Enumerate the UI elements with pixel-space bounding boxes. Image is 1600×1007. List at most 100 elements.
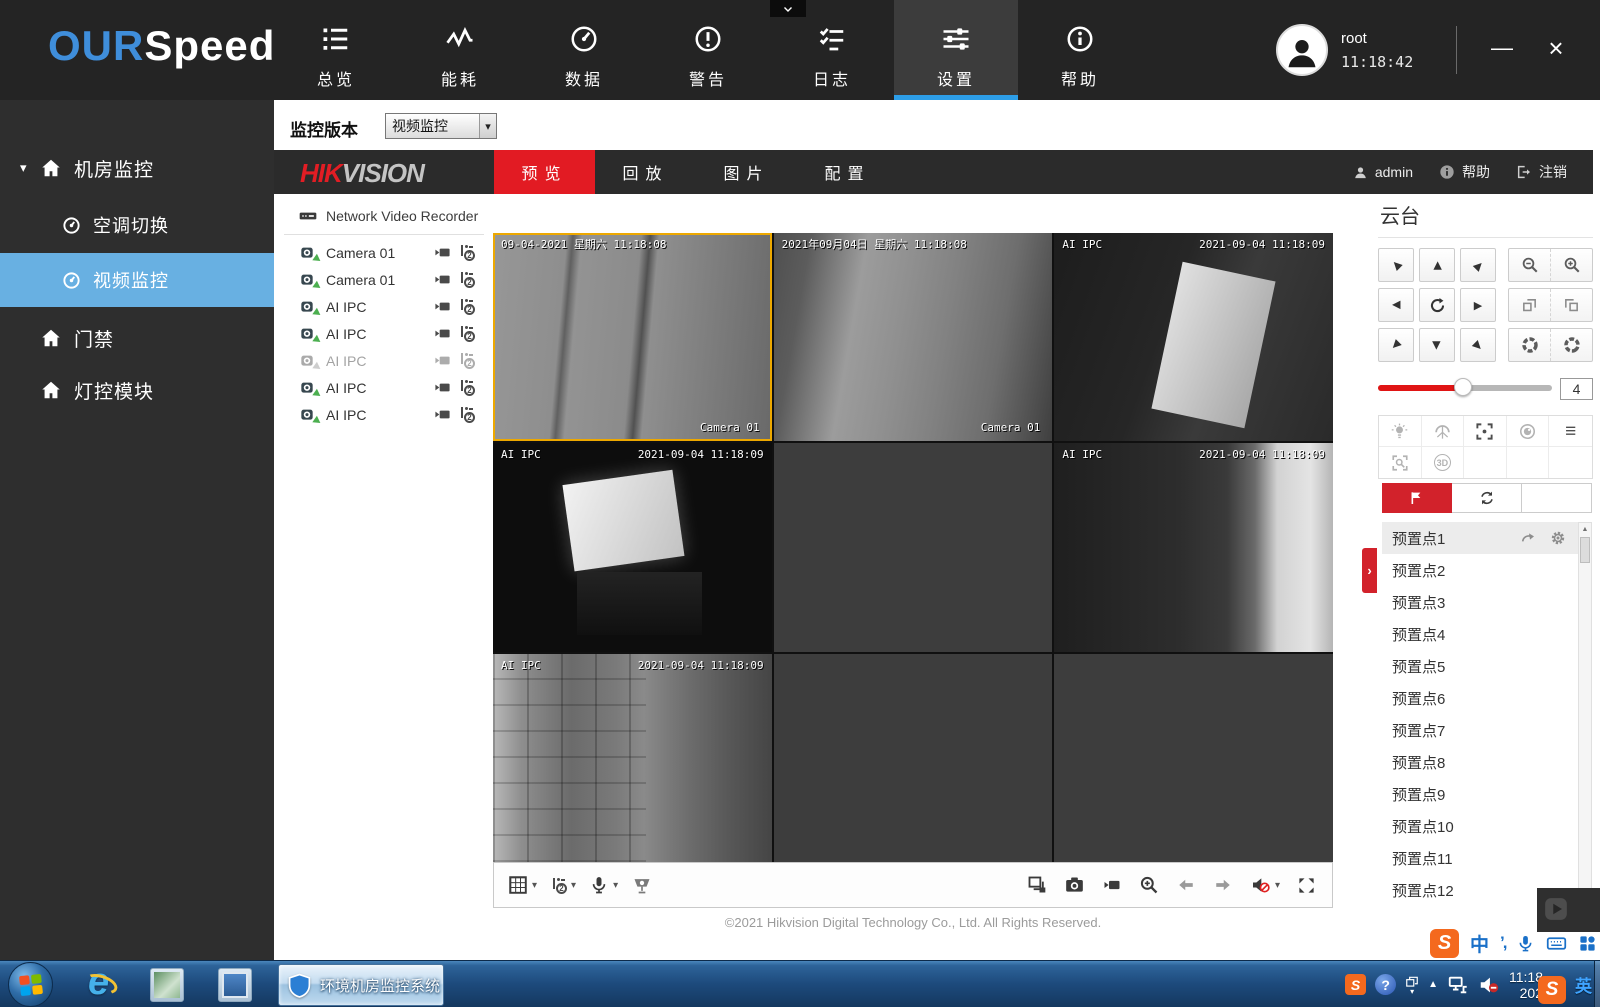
preset-tab[interactable] bbox=[1382, 483, 1452, 513]
video-tile-1[interactable]: 09-04-2021 星期六 11:18:08 Camera 01 bbox=[493, 233, 772, 441]
scroll-up-icon[interactable]: ▲ bbox=[1579, 523, 1591, 536]
camera-node[interactable]: Camera 01 2 bbox=[274, 266, 493, 293]
help-tray-icon[interactable]: ? bbox=[1375, 974, 1396, 995]
nav-item-alert[interactable]: 警告 bbox=[646, 0, 770, 100]
wiper-button[interactable] bbox=[1422, 416, 1465, 447]
tab-playback[interactable]: 回放 bbox=[595, 150, 696, 194]
ime-language-cn[interactable]: 中 bbox=[1470, 930, 1489, 957]
camera-node[interactable]: AI IPC 2 bbox=[274, 293, 493, 320]
preset-item-8[interactable]: 预置点8 bbox=[1382, 746, 1578, 778]
sidebar-item-ac-switch[interactable]: 空调切换 bbox=[0, 208, 274, 242]
ime-toolbox-icon[interactable] bbox=[1578, 934, 1597, 953]
show-hidden-icons-button[interactable]: ▲ bbox=[1428, 979, 1438, 990]
sogou-logo[interactable]: S bbox=[1430, 929, 1459, 958]
video-tile-2[interactable]: 2021年09月04日 星期六 11:18:08 Camera 01 bbox=[774, 233, 1053, 441]
ptz-up-right-button[interactable]: ▶ bbox=[1460, 248, 1496, 282]
zoom-in-button[interactable] bbox=[1551, 249, 1592, 281]
stream-type-button[interactable]: 2 ▾ bbox=[550, 877, 576, 894]
ptz-down-left-button[interactable]: ▶ bbox=[1378, 328, 1414, 362]
preset-item-6[interactable]: 预置点6 bbox=[1382, 682, 1578, 714]
nav-item-settings[interactable]: 设置 bbox=[894, 0, 1018, 100]
ptz-auto-scan-button[interactable] bbox=[1419, 288, 1455, 322]
window-restore-tray-icon[interactable]: ▾ bbox=[1405, 975, 1419, 994]
taskbar-active-app-button[interactable]: 环境机房监控系统 bbox=[278, 964, 444, 1006]
fullscreen-button[interactable] bbox=[1297, 876, 1316, 895]
tab-preview[interactable]: 预览 bbox=[494, 150, 595, 194]
iris-close-button[interactable] bbox=[1509, 329, 1551, 361]
area-zoom-button[interactable] bbox=[1379, 447, 1422, 478]
camcorder-icon[interactable] bbox=[434, 352, 451, 369]
preset-item-3[interactable]: 预置点3 bbox=[1382, 586, 1578, 618]
preset-item-7[interactable]: 预置点7 bbox=[1382, 714, 1578, 746]
audio-mute-button[interactable]: ▾ bbox=[1250, 875, 1280, 895]
nav-item-log[interactable]: 日志 bbox=[770, 0, 894, 100]
ime-punctuation[interactable]: ’, bbox=[1500, 933, 1505, 953]
stream-icon[interactable]: 2 bbox=[458, 271, 475, 288]
ptz-right-button[interactable]: ▶ bbox=[1460, 288, 1496, 322]
video-tile-5-empty[interactable] bbox=[774, 443, 1053, 651]
ptz-left-button[interactable]: ▶ bbox=[1378, 288, 1414, 322]
sidebar-item-door[interactable]: 门禁 bbox=[0, 318, 274, 358]
taskbar-app-icon[interactable] bbox=[150, 968, 184, 1002]
ptz-down-right-button[interactable]: ▶ bbox=[1460, 328, 1496, 362]
tab-picture[interactable]: 图片 bbox=[696, 150, 797, 194]
hik-help[interactable]: 帮助 bbox=[1439, 162, 1490, 182]
network-tray-icon[interactable] bbox=[1447, 974, 1469, 996]
ime-language-indicator[interactable]: 英 bbox=[1575, 972, 1592, 997]
focus-far-button[interactable] bbox=[1509, 289, 1551, 321]
record-button[interactable] bbox=[1102, 876, 1122, 894]
preset-item-5[interactable]: 预置点5 bbox=[1382, 650, 1578, 682]
camera-node[interactable]: AI IPC 2 bbox=[274, 401, 493, 428]
ptz-up-button[interactable]: ▶ bbox=[1419, 248, 1455, 282]
lens-init-button[interactable] bbox=[1507, 416, 1550, 447]
hik-admin[interactable]: admin bbox=[1353, 164, 1413, 180]
play-icon[interactable] bbox=[1543, 896, 1569, 922]
stream-icon[interactable]: 2 bbox=[458, 325, 475, 342]
zoom-out-button[interactable] bbox=[1509, 249, 1551, 281]
avatar[interactable] bbox=[1276, 24, 1328, 76]
hik-logout[interactable]: 注销 bbox=[1516, 162, 1567, 182]
gear-icon[interactable] bbox=[1550, 530, 1566, 546]
stream-icon[interactable]: 2 bbox=[458, 352, 475, 369]
camcorder-icon[interactable] bbox=[434, 298, 451, 315]
auxiliary-focus-button[interactable] bbox=[1464, 416, 1507, 447]
iris-open-button[interactable] bbox=[1551, 329, 1592, 361]
video-tile-7[interactable]: AI IPC 2021-09-04 11:18:09 bbox=[493, 654, 772, 862]
start-button[interactable] bbox=[8, 962, 53, 1007]
slider-handle[interactable] bbox=[1454, 378, 1472, 396]
camcorder-icon[interactable] bbox=[434, 406, 451, 423]
preset-scrollbar[interactable]: ▲ bbox=[1578, 522, 1592, 908]
preset-item-4[interactable]: 预置点4 bbox=[1382, 618, 1578, 650]
ptz-down-button[interactable]: ▶ bbox=[1419, 328, 1455, 362]
internet-explorer-icon[interactable]: e bbox=[84, 967, 120, 1003]
preset-item-9[interactable]: 预置点9 bbox=[1382, 778, 1578, 810]
camera-node[interactable]: AI IPC 2 bbox=[274, 320, 493, 347]
digital-zoom-button[interactable] bbox=[1139, 875, 1159, 895]
video-tile-8-empty[interactable] bbox=[774, 654, 1053, 862]
video-tile-3[interactable]: AI IPC 2021-09-04 11:18:09 bbox=[1054, 233, 1333, 441]
camera-node[interactable]: AI IPC 2 bbox=[274, 374, 493, 401]
close-button[interactable]: × bbox=[1534, 28, 1578, 68]
sidebar-item-room-monitor[interactable]: ▾ 机房监控 bbox=[0, 148, 274, 188]
blank-tab[interactable] bbox=[1522, 483, 1592, 513]
camcorder-icon[interactable] bbox=[434, 379, 451, 396]
previous-page-button[interactable] bbox=[1176, 876, 1196, 894]
preset-item-2[interactable]: 预置点2 bbox=[1382, 554, 1578, 586]
nav-item-overview[interactable]: 总览 bbox=[274, 0, 398, 100]
layout-grid-button[interactable]: ▾ bbox=[508, 875, 537, 895]
voice-input-icon[interactable] bbox=[1516, 934, 1535, 953]
nav-item-data[interactable]: 数据 bbox=[522, 0, 646, 100]
stream-icon[interactable]: 2 bbox=[458, 406, 475, 423]
call-preset-icon[interactable] bbox=[1520, 530, 1536, 546]
snapshot-button[interactable] bbox=[1064, 875, 1085, 895]
video-tile-4[interactable]: AI IPC 2021-09-04 11:18:09 bbox=[493, 443, 772, 651]
stop-all-button[interactable] bbox=[1027, 875, 1047, 895]
scrollbar-thumb[interactable] bbox=[1580, 537, 1590, 563]
focus-near-button[interactable] bbox=[1551, 289, 1592, 321]
menu-button[interactable]: ≡ bbox=[1549, 416, 1592, 447]
fisheye-button[interactable] bbox=[631, 875, 653, 895]
3d-position-button[interactable]: 3D bbox=[1422, 447, 1465, 478]
next-page-button[interactable] bbox=[1213, 876, 1233, 894]
stream-icon[interactable]: 2 bbox=[458, 298, 475, 315]
camera-node-offline[interactable]: AI IPC 2 bbox=[274, 347, 493, 374]
